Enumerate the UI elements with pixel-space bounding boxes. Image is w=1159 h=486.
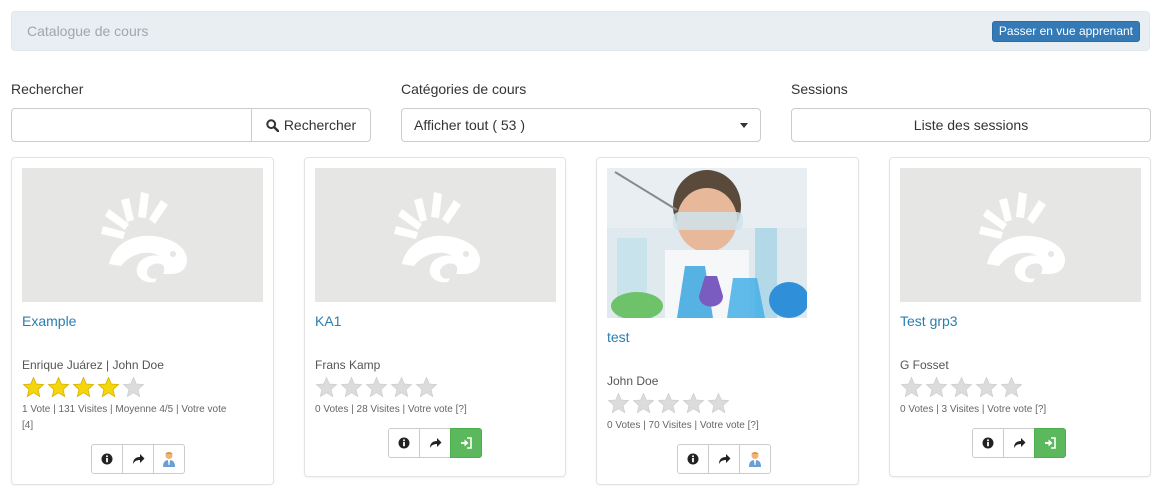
course-image-placeholder[interactable] — [900, 168, 1141, 302]
info-icon — [398, 437, 410, 449]
star-empty-icon[interactable] — [900, 376, 923, 398]
course-card: KA1 Frans Kamp 0 Votes | 28 Visites | Votr… — [304, 157, 566, 477]
teacher-icon — [163, 452, 175, 467]
info-icon — [982, 437, 994, 449]
star-empty-icon[interactable] — [415, 376, 438, 398]
category-selected-value: Afficher tout ( 53 ) — [414, 117, 526, 133]
rating-stars — [900, 376, 1023, 398]
course-teachers: Enrique Juárez | John Doe — [22, 358, 164, 372]
categories-label: Catégories de cours — [401, 81, 527, 97]
search-label: Rechercher — [11, 81, 84, 97]
rating-stars — [315, 376, 438, 398]
course-share-button[interactable] — [708, 444, 740, 474]
course-share-button[interactable] — [419, 428, 451, 458]
course-title-link[interactable]: test — [607, 329, 630, 345]
user-vote-value: [4] — [22, 420, 34, 431]
share-icon — [1013, 438, 1025, 448]
course-image-placeholder[interactable] — [315, 168, 556, 302]
course-teachers: John Doe — [607, 374, 659, 388]
star-filled-icon[interactable] — [97, 376, 120, 398]
course-share-button[interactable] — [1003, 428, 1035, 458]
star-empty-icon[interactable] — [925, 376, 948, 398]
enter-course-button[interactable] — [450, 428, 482, 458]
star-empty-icon[interactable] — [682, 392, 705, 414]
search-input[interactable] — [11, 108, 252, 142]
teacher-icon — [749, 452, 761, 467]
info-icon — [101, 453, 113, 465]
star-filled-icon[interactable] — [22, 376, 45, 398]
course-info-button[interactable] — [972, 428, 1004, 458]
course-actions — [677, 444, 771, 474]
rating-stars — [607, 392, 730, 414]
course-stats-line: 0 Votes | 70 Visites | Votre vote [?] — [607, 420, 759, 431]
course-actions — [91, 444, 185, 474]
star-empty-icon[interactable] — [607, 392, 630, 414]
course-image-placeholder[interactable] — [22, 168, 263, 302]
chevron-down-icon — [740, 123, 748, 128]
sessions-list-button[interactable]: Liste des sessions — [791, 108, 1151, 142]
enter-icon — [1045, 437, 1056, 449]
course-title-link[interactable]: Example — [22, 313, 76, 329]
course-actions — [972, 428, 1066, 458]
star-empty-icon[interactable] — [315, 376, 338, 398]
course-stats-line: 0 Votes | 28 Visites | Votre vote [?] — [315, 404, 467, 415]
course-stats-line: 1 Vote | 131 Visites | Moyenne 4/5 | Vot… — [22, 404, 227, 415]
course-teachers: G Fosset — [900, 358, 949, 372]
page-title: Catalogue de cours — [27, 23, 149, 39]
learner-view-button[interactable]: Passer en vue apprenant — [991, 21, 1140, 42]
star-empty-icon[interactable] — [390, 376, 413, 398]
star-empty-icon[interactable] — [707, 392, 730, 414]
share-icon — [429, 438, 441, 448]
course-card: Example Enrique Juárez | John Doe 1 Vote |… — [11, 157, 274, 485]
star-empty-icon[interactable] — [122, 376, 145, 398]
rating-stars — [22, 376, 145, 398]
course-info-button[interactable] — [677, 444, 709, 474]
chamilo-logo-icon — [393, 192, 480, 283]
course-teachers: Frans Kamp — [315, 358, 381, 372]
star-filled-icon[interactable] — [47, 376, 70, 398]
category-select[interactable]: Afficher tout ( 53 ) — [401, 108, 761, 142]
star-empty-icon[interactable] — [340, 376, 363, 398]
sessions-label: Sessions — [791, 81, 848, 97]
course-card: Test grp3 G Fosset 0 Votes | 3 Visites | V… — [889, 157, 1151, 477]
page-header: Catalogue de cours Passer en vue apprena… — [11, 11, 1150, 51]
share-icon — [132, 454, 144, 464]
course-title-link[interactable]: Test grp3 — [900, 313, 958, 329]
share-icon — [718, 454, 730, 464]
course-info-button[interactable] — [388, 428, 420, 458]
star-filled-icon[interactable] — [72, 376, 95, 398]
course-share-button[interactable] — [122, 444, 154, 474]
course-card: test John Doe 0 Votes | 70 Visites | Votre… — [596, 157, 859, 485]
course-stats: 0 Votes | 28 Visites | Votre vote [?] — [315, 402, 557, 418]
course-image[interactable] — [607, 168, 807, 318]
course-stats: 0 Votes | 3 Visites | Votre vote [?] — [900, 402, 1142, 418]
info-icon — [687, 453, 699, 465]
star-empty-icon[interactable] — [950, 376, 973, 398]
course-stats: 0 Votes | 70 Visites | Votre vote [?] — [607, 418, 850, 434]
course-info-button[interactable] — [91, 444, 123, 474]
course-title-link[interactable]: KA1 — [315, 313, 341, 329]
star-empty-icon[interactable] — [975, 376, 998, 398]
course-stats: 1 Vote | 131 Visites | Moyenne 4/5 | Vot… — [22, 402, 265, 434]
star-empty-icon[interactable] — [1000, 376, 1023, 398]
star-empty-icon[interactable] — [365, 376, 388, 398]
enter-icon — [461, 437, 472, 449]
search-button-label: Rechercher — [283, 117, 357, 133]
course-teacher-button[interactable] — [153, 444, 185, 474]
search-icon — [266, 118, 279, 132]
search-button[interactable]: Rechercher — [251, 108, 371, 142]
star-empty-icon[interactable] — [657, 392, 680, 414]
star-empty-icon[interactable] — [632, 392, 655, 414]
chamilo-logo-icon — [978, 192, 1065, 283]
chamilo-logo-icon — [100, 192, 187, 283]
course-actions — [388, 428, 482, 458]
enter-course-button[interactable] — [1034, 428, 1066, 458]
course-stats-line: 0 Votes | 3 Visites | Votre vote [?] — [900, 404, 1047, 415]
course-teacher-button[interactable] — [739, 444, 771, 474]
